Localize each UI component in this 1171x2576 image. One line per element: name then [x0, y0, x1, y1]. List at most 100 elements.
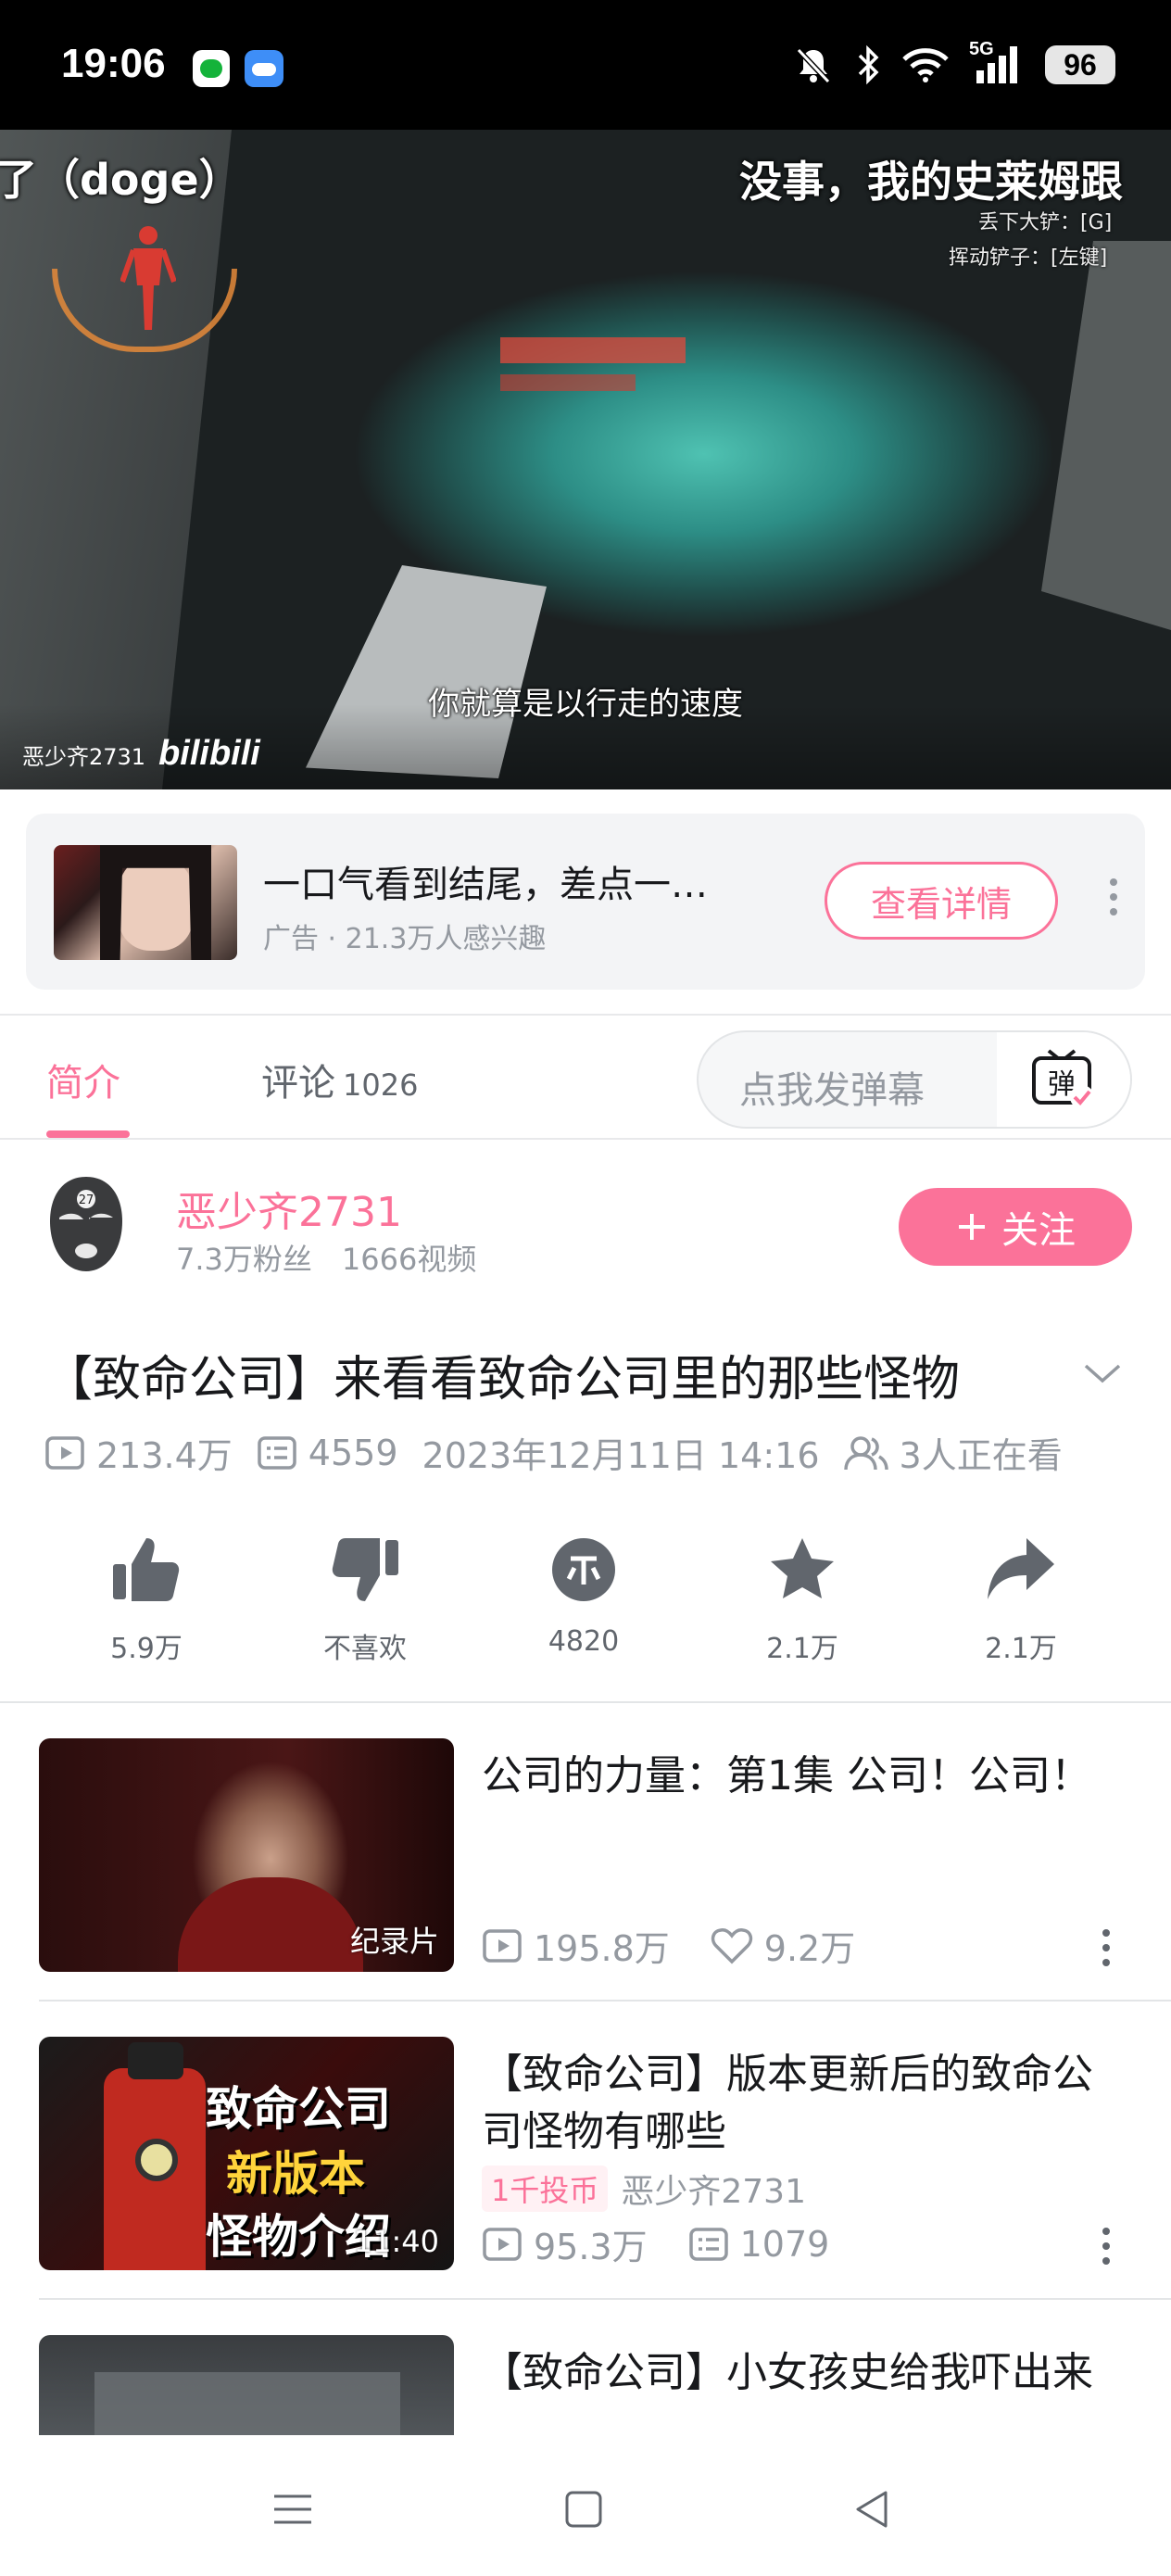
tab-intro[interactable]: 简介 [46, 1053, 120, 1106]
signal-icon: 5G [969, 39, 1025, 85]
star-icon [771, 1538, 834, 1598]
plus-icon [959, 1214, 985, 1240]
watching-count: 3人正在看 [899, 1435, 1063, 1476]
follow-label: 关注 [1001, 1209, 1076, 1252]
coin-icon [552, 1538, 615, 1601]
thumb-figure [178, 1877, 363, 1972]
hud-hint: 丢下大铲：[G] [978, 211, 1113, 234]
viewers-icon [843, 1435, 888, 1470]
action-row: 5.9万 不喜欢 4820 2.1万 2.1万 [0, 1534, 1171, 1666]
tab-comments-label: 评论 [261, 1062, 335, 1105]
category-badge: 纪录片 [349, 1924, 439, 1959]
uploader-fans: 7.3万粉丝 [176, 1242, 312, 1277]
rec-like-count: 9.2万 [763, 1928, 856, 1969]
dislike-button[interactable]: 不喜欢 [272, 1534, 458, 1666]
uploader-avatar[interactable]: 27 [46, 1173, 126, 1275]
bluetooth-icon [858, 44, 879, 85]
share-count: 2.1万 [985, 1633, 1057, 1665]
home-icon[interactable] [556, 2481, 611, 2537]
video-thumbnail[interactable]: 纪录片 [39, 1738, 454, 1972]
hud-hint: 挥动铲子：[左键] [949, 246, 1108, 270]
rec-video-title[interactable]: 【致命公司】版本更新后的致命公司怪物有哪些 [482, 2046, 1093, 2161]
battery-icon: 96 [1045, 45, 1115, 84]
danmaku-input[interactable]: 点我发弹幕 弹 [697, 1030, 1132, 1129]
more-options-icon[interactable] [1101, 2228, 1112, 2272]
video-meta: 213.4万 4559 2023年12月11日 14:16 3人正在看 [44, 1427, 1063, 1478]
back-icon[interactable] [845, 2481, 900, 2537]
menu-icon[interactable] [265, 2481, 321, 2537]
danmaku-count: 4559 [308, 1432, 398, 1473]
play-count: 213.4万 [96, 1435, 233, 1476]
tab-bar: 简介 评论 1026 点我发弹幕 弹 [0, 1014, 1171, 1140]
share-icon [988, 1538, 1054, 1599]
uploader-name[interactable]: 恶少齐2731 [176, 1179, 402, 1238]
hud-bar [500, 374, 636, 391]
danmaku-count-icon [258, 1435, 296, 1470]
danmaku-icon: 弹 [1032, 1049, 1094, 1109]
ad-thumb-face [119, 854, 193, 951]
green-chat-icon [193, 50, 230, 87]
more-options-icon[interactable] [1101, 1929, 1112, 1974]
danmaku-toggle-button[interactable]: 弹 [997, 1032, 1130, 1127]
rec-meta: 1千投币 恶少齐2731 [482, 2165, 806, 2213]
duration-badge: 11:40 [353, 2224, 439, 2259]
rec-stats: 195.8万 9.2万 [482, 1920, 855, 1971]
uploader-video-count: 1666视频 [341, 1242, 477, 1277]
system-nav-bar [0, 2435, 1171, 2576]
play-count-icon [45, 1435, 84, 1470]
rec-danmaku-count: 1079 [739, 2223, 830, 2265]
favorite-button[interactable]: 2.1万 [710, 1534, 895, 1666]
watermark-user: 恶少齐2731 [22, 744, 146, 770]
thumb-text: 致命公司 [206, 2082, 391, 2136]
thumb-scene [94, 2372, 400, 2435]
thumbs-up-icon [113, 1538, 180, 1601]
chevron-down-icon[interactable] [1082, 1353, 1123, 1394]
video-player[interactable]: 了（doge） 没事，我的史莱姆跟 丢下大铲：[G] 挥动铲子：[左键] 你就算… [0, 130, 1171, 789]
video-title: 【致命公司】来看看致命公司里的那些怪物 [44, 1352, 961, 1408]
bilibili-logo: bilibili [158, 734, 260, 773]
comment-count: 1026 [343, 1067, 419, 1103]
video-scene-wall-right [1041, 241, 1171, 630]
favorite-count: 2.1万 [766, 1633, 838, 1665]
uploader-stats: 7.3万粉丝 1666视频 [176, 1236, 476, 1279]
dislike-label: 不喜欢 [323, 1633, 407, 1665]
list-item[interactable]: 【致命公司】小女孩史给我吓出来 [0, 2300, 1171, 2435]
rec-play-count: 195.8万 [534, 1928, 670, 1969]
like-button[interactable]: 5.9万 [54, 1534, 239, 1666]
danmaku-count-icon [688, 2227, 728, 2261]
status-time: 19:06 [61, 41, 166, 86]
coin-tag: 1千投币 [482, 2166, 609, 2212]
status-bar: 19:06 5G 96 [0, 0, 1171, 130]
thumb-eye [135, 2139, 178, 2181]
heart-icon [711, 1927, 752, 1964]
rec-stats: 95.3万 1079 [482, 2218, 829, 2269]
svg-text:27: 27 [79, 1193, 94, 1207]
publish-date: 2023年12月11日 14:16 [422, 1435, 820, 1476]
follow-button[interactable]: 关注 [899, 1188, 1132, 1266]
like-count: 5.9万 [110, 1633, 183, 1665]
video-watermark: 恶少齐2731 bilibili [22, 734, 260, 774]
hud-bar [500, 337, 686, 363]
ad-card[interactable]: 一口气看到结尾，差点一… 广告 · 21.3万人感兴趣 查看详情 [26, 814, 1145, 990]
rec-video-title[interactable]: 【致命公司】小女孩史给我吓出来 [482, 2344, 1093, 2402]
danmaku-comment: 没事，我的史莱姆跟 [739, 157, 1123, 207]
thumbs-down-icon [332, 1538, 398, 1601]
ad-details-button[interactable]: 查看详情 [825, 862, 1058, 940]
thumb-text: 新版本 [226, 2147, 365, 2201]
danmaku-placeholder: 点我发弹幕 [739, 1069, 925, 1112]
tab-comments[interactable]: 评论 1026 [261, 1053, 418, 1106]
share-button[interactable]: 2.1万 [928, 1534, 1114, 1666]
coin-count: 4820 [548, 1625, 620, 1658]
list-item[interactable]: 致命公司 新版本 怪物介绍 11:40 【致命公司】版本更新后的致命公司怪物有哪… [0, 2001, 1171, 2300]
list-item[interactable]: 纪录片 公司的力量：第1集 公司！公司！ 195.8万 9.2万 [0, 1703, 1171, 2001]
video-thumbnail[interactable]: 致命公司 新版本 怪物介绍 11:40 [39, 2037, 454, 2270]
rec-video-title[interactable]: 公司的力量：第1集 公司！公司！ [482, 1748, 1093, 1805]
mute-bell-icon [796, 47, 831, 84]
play-count-icon [483, 2227, 522, 2261]
thumb-hat [128, 2042, 183, 2079]
ad-title[interactable]: 一口气看到结尾，差点一… [263, 854, 708, 908]
video-thumbnail[interactable] [39, 2335, 454, 2435]
ad-thumbnail[interactable] [54, 845, 237, 960]
more-options-icon[interactable] [1108, 878, 1119, 925]
coin-button[interactable]: 4820 [491, 1534, 676, 1658]
